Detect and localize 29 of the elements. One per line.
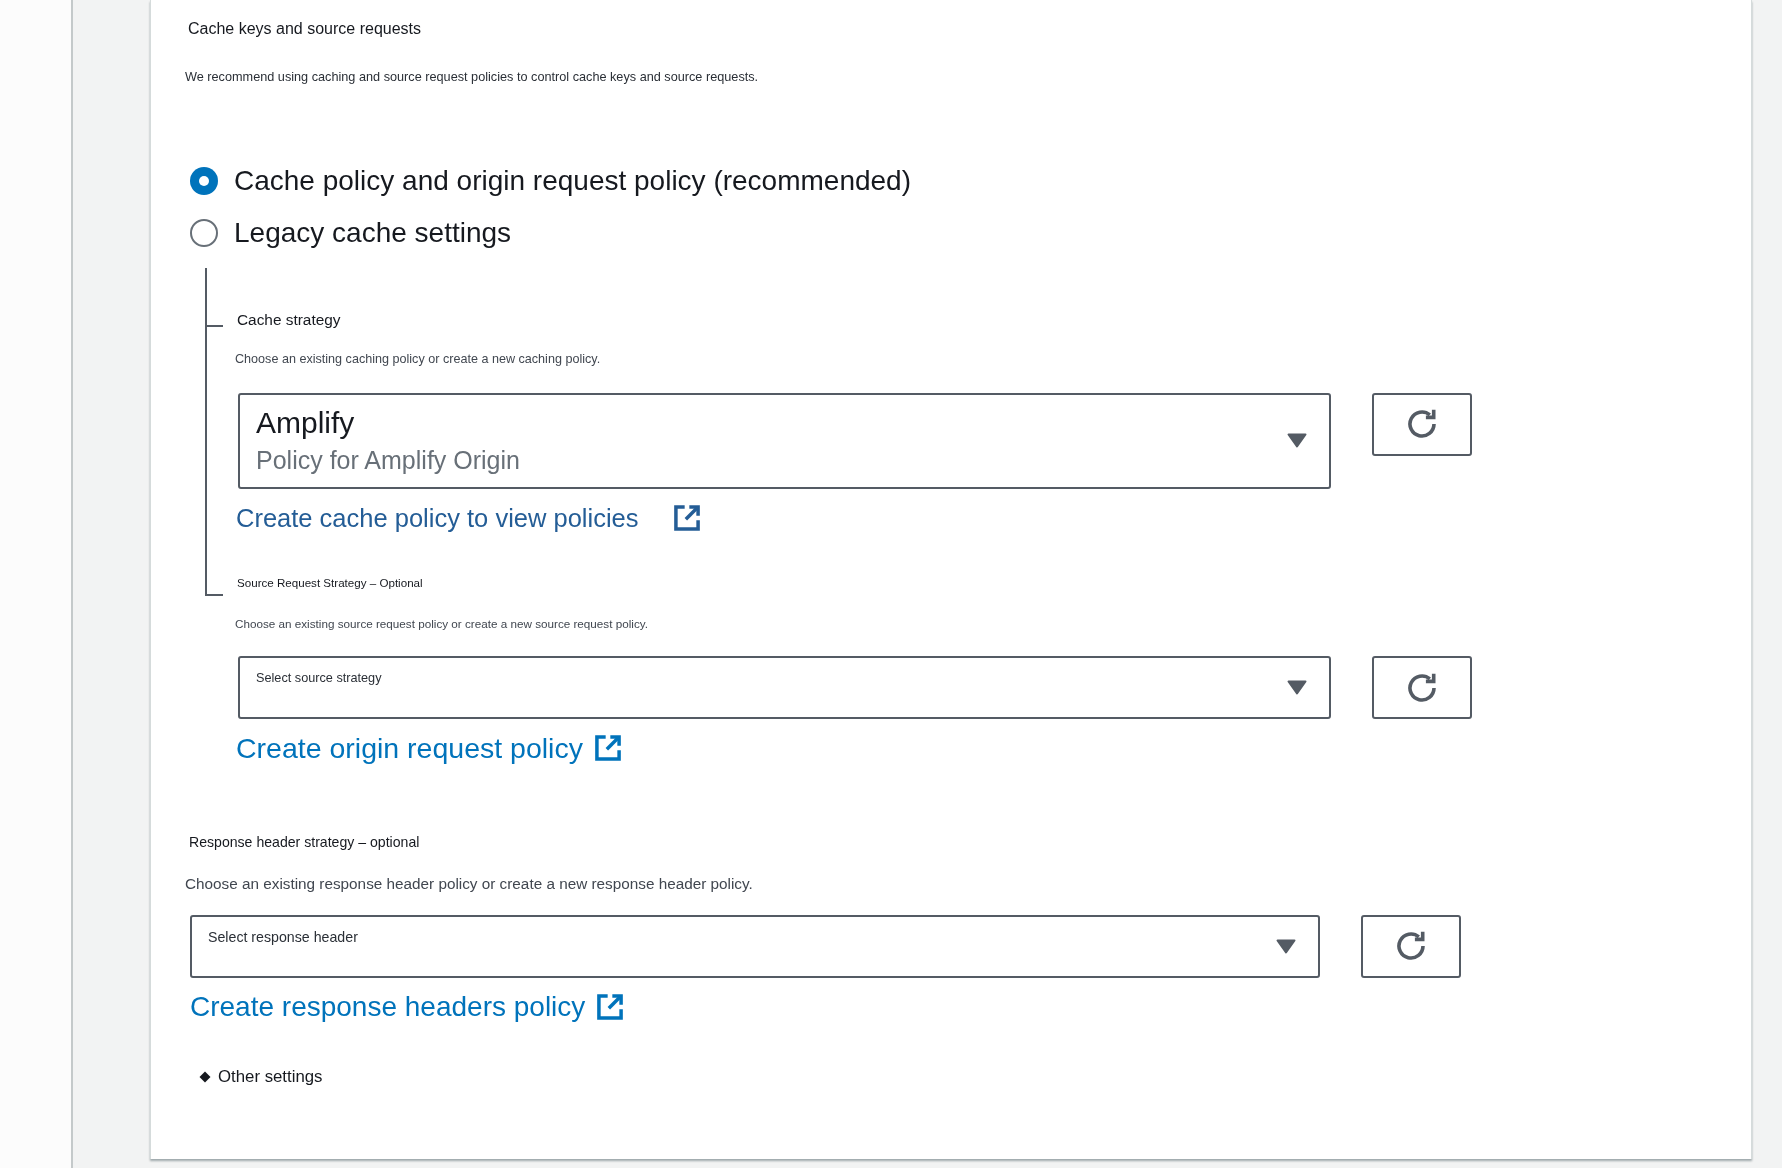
- diamond-icon: [199, 1070, 211, 1083]
- option-label[interactable]: Cache policy and origin request policy (recommended): [234, 165, 911, 197]
- field-label: Response header strategy – optional: [189, 834, 420, 852]
- caret-icon: [1276, 938, 1296, 954]
- field-label: Source Request Strategy – Optional: [237, 575, 423, 591]
- section-description: We recommend using caching and source request policies to control cache keys and source requests.: [185, 70, 759, 85]
- field-description: Choose an existing caching policy or create a new caching policy.: [235, 351, 601, 368]
- select-dropdown[interactable]: Select response header: [190, 914, 1320, 978]
- radio-button[interactable]: [190, 167, 218, 195]
- refresh-button[interactable]: [1372, 656, 1472, 720]
- field-description: Choose an existing response header policy or create a new response header policy.: [185, 873, 753, 894]
- section-title: Cache keys and source requests: [188, 19, 421, 38]
- refresh-button[interactable]: [1372, 392, 1472, 456]
- radio-button[interactable]: [190, 219, 218, 247]
- expand-toggle[interactable]: Other settings: [199, 1066, 323, 1087]
- external-link-icon: [596, 992, 625, 1021]
- select-dropdown[interactable]: Select source strategy: [238, 656, 1331, 720]
- caret-icon: [1287, 433, 1307, 449]
- external-link-icon: [672, 503, 701, 532]
- policy-link[interactable]: Create cache policy to view policies: [236, 501, 701, 534]
- field-label: Cache strategy: [237, 310, 341, 330]
- refresh-button[interactable]: [1361, 914, 1461, 978]
- select-dropdown[interactable]: Amplify Policy for Amplify Origin: [238, 392, 1331, 489]
- option-label[interactable]: Legacy cache settings: [234, 217, 512, 249]
- policy-link[interactable]: Create response headers policy: [190, 990, 625, 1023]
- policy-link[interactable]: Create origin request policy: [236, 732, 622, 765]
- caret-icon: [1287, 680, 1307, 696]
- field-description: Choose an existing source request policy or create a new source request policy.: [235, 616, 648, 632]
- external-link-icon: [593, 734, 622, 763]
